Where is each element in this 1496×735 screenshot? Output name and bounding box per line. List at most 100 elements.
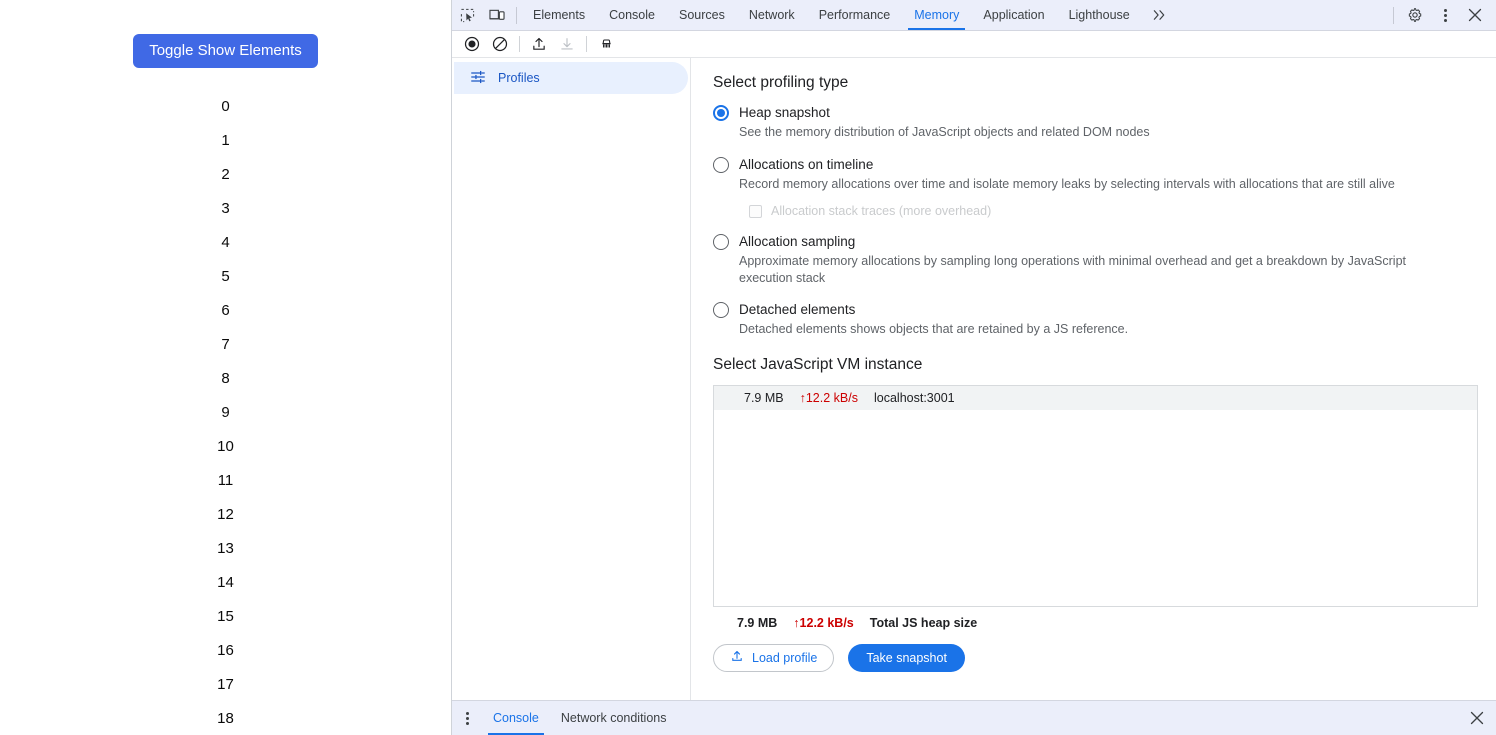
drawer-tab-list: Console Network conditions: [482, 701, 677, 735]
radio-label: Heap snapshot: [739, 105, 830, 120]
total-heap-label: Total JS heap size: [869, 615, 978, 630]
number-item: 2: [221, 166, 230, 183]
radio-button[interactable]: [713, 302, 729, 318]
devtools-tab-list: Elements Console Sources Network Performance…: [521, 0, 1142, 30]
drawer-more-options-icon[interactable]: [452, 701, 482, 735]
number-item: 14: [217, 574, 234, 591]
number-item: 18: [217, 710, 234, 727]
load-profile-button[interactable]: Load profile: [713, 643, 835, 672]
memory-toolbar: [452, 31, 1496, 58]
vm-instance-list[interactable]: 7.9 MB ↑12.2 kB/s localhost:3001: [713, 384, 1478, 607]
radio-button[interactable]: [713, 156, 729, 173]
clear-icon[interactable]: [486, 31, 514, 57]
more-tabs-icon[interactable]: [1142, 0, 1177, 30]
tabbar-spacer: [1177, 0, 1391, 30]
devtools-drawer: Console Network conditions: [452, 700, 1496, 735]
drawer-spacer: [677, 701, 1458, 735]
tab-application[interactable]: Application: [971, 0, 1056, 30]
radio-description: Record memory allocations over time and …: [739, 176, 1395, 191]
number-item: 5: [221, 268, 230, 285]
total-heap-rate: ↑12.2 kB/s: [793, 615, 854, 630]
vm-heap-size: 7.9 MB: [744, 390, 784, 405]
number-item: 16: [217, 642, 234, 659]
devtools-tabbar: Elements Console Sources Network Performance…: [452, 0, 1496, 31]
number-item: 9: [221, 404, 230, 421]
tune-icon: [470, 69, 486, 88]
number-item: 12: [217, 506, 234, 523]
inspected-page: Toggle Show Elements 0 1 2 3 4 5 6 7 8 9 10 11 12 13 1…: [0, 0, 452, 735]
radio-label: Allocations on timeline: [739, 156, 874, 172]
tabbar-divider: [516, 6, 517, 24]
tab-performance[interactable]: Performance: [807, 0, 903, 30]
tab-memory[interactable]: Memory: [902, 0, 971, 30]
close-icon[interactable]: [1460, 8, 1490, 22]
take-snapshot-button[interactable]: Take snapshot: [848, 643, 965, 672]
sidebar-item-profiles[interactable]: Profiles: [454, 62, 688, 94]
number-item: 1: [221, 132, 230, 149]
allocation-stack-traces-row: Allocation stack traces (more overhead): [749, 204, 1478, 218]
total-heap-size: 7.9 MB: [737, 615, 778, 630]
devtools-panel: Elements Console Sources Network Performance…: [452, 0, 1496, 735]
tabbar-actions-divider: [1393, 6, 1394, 24]
radio-description: Approximate memory allocations by sampli…: [739, 254, 1407, 285]
number-list: 012345678910111213141516171819: [0, 90, 451, 735]
tab-sources[interactable]: Sources: [667, 0, 737, 30]
total-heap-row: 7.9 MB ↑12.2 kB/s Total JS heap size: [737, 616, 1478, 630]
tab-elements[interactable]: Elements: [521, 0, 597, 30]
vm-heap-rate: ↑12.2 kB/s: [799, 390, 858, 405]
vm-instance-row[interactable]: 7.9 MB ↑12.2 kB/s localhost:3001: [714, 385, 1477, 410]
gear-icon[interactable]: [1400, 7, 1430, 23]
profiling-option: Heap snapshot See the memory distribution…: [713, 103, 1478, 141]
load-profile-label: Load profile: [752, 650, 818, 665]
record-icon[interactable]: [458, 31, 486, 57]
tab-lighthouse[interactable]: Lighthouse: [1057, 0, 1142, 30]
number-item: 8: [221, 370, 230, 387]
radio-option-heap-snapshot[interactable]: Heap snapshot: [713, 103, 1478, 122]
screen-root: Toggle Show Elements 0 1 2 3 4 5 6 7 8 9 10 11 12 13 1…: [0, 0, 1496, 735]
toggle-show-elements-button[interactable]: Toggle Show Elements: [133, 34, 318, 68]
radio-description: Detached elements shows objects that are…: [739, 322, 1129, 336]
number-item: 6: [221, 302, 230, 319]
profiling-type-title: Select profiling type: [713, 74, 849, 91]
more-options-icon[interactable]: [1430, 8, 1460, 22]
upload-icon: [730, 649, 744, 666]
radio-label: Detached elements: [739, 302, 856, 317]
tabbar-actions: [1391, 0, 1496, 30]
allocation-stack-traces-checkbox: [749, 204, 762, 218]
number-item: 3: [221, 200, 230, 217]
number-item: 7: [221, 336, 230, 353]
drawer-close-icon[interactable]: [1458, 701, 1496, 735]
collect-garbage-icon[interactable]: [592, 31, 620, 57]
radio-option-detached-elements[interactable]: Detached elements: [713, 300, 1478, 319]
load-profile-icon[interactable]: [525, 31, 553, 57]
radio-option-allocations-on-timeline[interactable]: Allocations on timeline: [713, 155, 1478, 174]
number-item: 11: [217, 472, 234, 489]
vm-instance-title: Select JavaScript VM instance: [713, 355, 923, 373]
radio-button[interactable]: [713, 105, 729, 121]
number-item: 17: [217, 676, 234, 693]
toolbar-divider-1: [519, 36, 520, 52]
device-toolbar-icon[interactable]: [482, 0, 512, 30]
tab-network[interactable]: Network: [737, 0, 807, 30]
number-item: 4: [221, 234, 230, 251]
profiling-option: Detached elements Detached elements shows…: [713, 300, 1478, 338]
save-profile-icon: [553, 31, 581, 57]
radio-option-allocation-sampling[interactable]: Allocation sampling: [713, 232, 1478, 251]
number-item: 0: [221, 98, 230, 115]
drawer-tab-console[interactable]: Console: [482, 701, 550, 735]
profiling-option: Allocations on timeline Record memory all…: [713, 155, 1478, 218]
radio-button[interactable]: [713, 234, 729, 250]
radio-label: Allocation sampling: [739, 234, 856, 249]
sidebar-item-label: Profiles: [498, 71, 540, 85]
tab-console[interactable]: Console: [597, 0, 667, 30]
toolbar-divider-2: [586, 36, 587, 52]
devtools-body: Profiles Select profiling type Heap snap…: [452, 58, 1496, 700]
number-item: 10: [217, 438, 234, 455]
radio-description: See the memory distribution of JavaScrip…: [739, 125, 1150, 139]
allocation-stack-traces-label: Allocation stack traces (more overhead): [771, 204, 992, 218]
inspect-element-icon[interactable]: [452, 0, 482, 30]
drawer-tab-network-conditions[interactable]: Network conditions: [550, 701, 678, 735]
profiling-option: Allocation sampling Approximate memory al…: [713, 232, 1478, 286]
vm-host-name: localhost:3001: [873, 390, 955, 405]
page-content: Toggle Show Elements 0 1 2 3 4 5 6 7 8 9 10 11 12 13 1…: [0, 0, 451, 735]
